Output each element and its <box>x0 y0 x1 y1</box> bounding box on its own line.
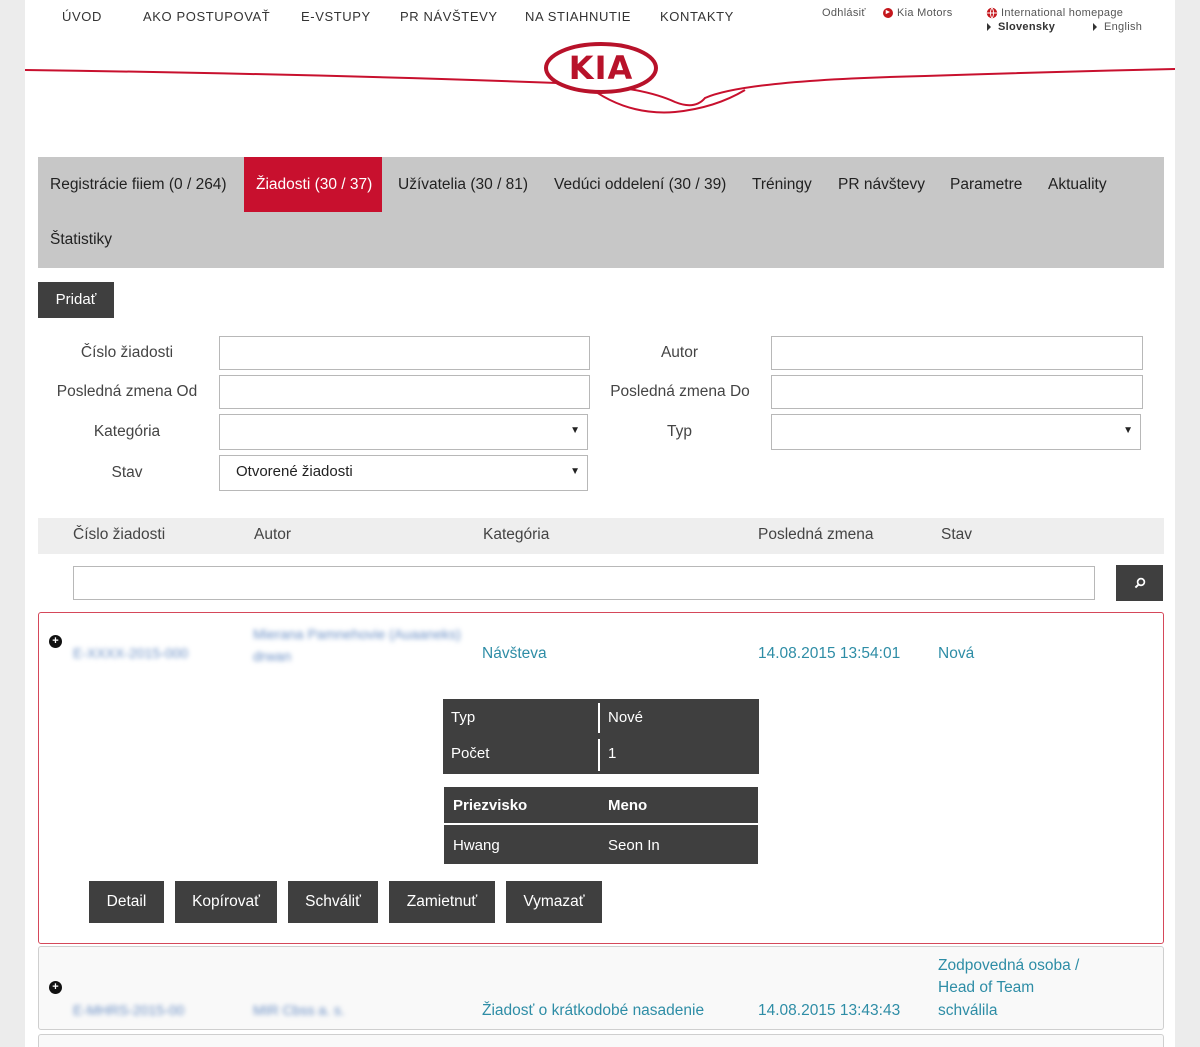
row-status-line: Head of Team <box>938 979 1035 996</box>
copy-button[interactable]: Kopírovať <box>175 881 277 923</box>
filter-changed-to-label: Posledná zmena Do <box>610 383 750 400</box>
lang-english-label: English <box>1104 21 1143 33</box>
row-status-line: schválila <box>938 1002 998 1019</box>
detail-surname-header: Priezvisko <box>453 797 528 814</box>
search-icon <box>1134 577 1145 589</box>
column-header-last-change[interactable]: Posledná zmena <box>758 526 873 544</box>
circle-arrow-icon: ► <box>883 8 893 19</box>
column-header-author[interactable]: Autor <box>254 526 291 544</box>
lang-slovensky-label: Slovensky <box>998 21 1056 33</box>
detail-type-count-table: Typ Nové Počet 1 <box>443 699 759 774</box>
main-tabs: Registrácie fiiem (0 / 264) Žiadosti (30… <box>38 157 1164 268</box>
column-header-request-number[interactable]: Číslo žiadosti <box>73 526 165 544</box>
row-request-number[interactable]: E-XXXX-2015-000 <box>73 645 188 661</box>
logout-link[interactable]: Odhlásiť <box>822 7 866 19</box>
request-number-input[interactable] <box>219 336 590 370</box>
divider <box>598 739 600 771</box>
filter-author-label: Autor <box>660 344 699 361</box>
nav-e-vstupy[interactable]: E-VSTUPY <box>301 9 371 24</box>
row-status-line: Zodpovedná osoba / <box>938 957 1080 974</box>
filter-changed-from-label: Posledná zmena Od <box>56 383 198 400</box>
changed-to-input[interactable] <box>771 375 1143 409</box>
kia-motors-label: Kia Motors <box>897 7 953 19</box>
row-author[interactable]: Mierana Pamnehovie (Auaaneks) drwan <box>253 623 478 667</box>
expand-toggle-icon[interactable]: + <box>49 981 62 994</box>
detail-count-value: 1 <box>608 745 617 762</box>
detail-type-value: Nové <box>608 709 644 726</box>
detail-name: Seon In <box>608 837 660 854</box>
tab-statistiky[interactable]: Štatistiky <box>38 212 124 267</box>
tab-ziadosti[interactable]: Žiadosti (30 / 37) <box>244 157 382 212</box>
kia-motors-link[interactable]: ► Kia Motors <box>883 7 953 19</box>
triangle-right-icon <box>1093 23 1097 32</box>
tab-veduci-oddeleni[interactable]: Vedúci oddelení (30 / 39) <box>542 157 738 212</box>
search-button[interactable] <box>1116 565 1163 601</box>
nav-na-stiahnutie[interactable]: NA STIAHNUTIE <box>525 9 631 24</box>
nav-uvod[interactable]: ÚVOD <box>62 9 102 24</box>
detail-person-table: Priezvisko Meno Hwang Seon In <box>444 787 758 864</box>
changed-from-input[interactable] <box>219 375 590 409</box>
status-select[interactable]: Otvorené žiadosti <box>219 455 588 491</box>
detail-surname: Hwang <box>453 837 500 854</box>
column-header-status[interactable]: Stav <box>941 526 972 544</box>
add-button[interactable]: Pridať <box>38 282 114 318</box>
filter-category-label: Kategória <box>93 423 161 440</box>
approve-button[interactable]: Schváliť <box>288 881 378 923</box>
row-status: Nová <box>938 645 975 662</box>
nav-ako-postupovat[interactable]: AKO POSTUPOVAŤ <box>143 9 270 24</box>
filter-type-label: Typ <box>667 423 692 440</box>
expand-toggle-icon[interactable]: + <box>49 635 62 648</box>
column-header-category[interactable]: Kategória <box>483 526 549 544</box>
author-input[interactable] <box>771 336 1143 370</box>
detail-name-header: Meno <box>608 797 648 814</box>
international-homepage-link[interactable]: International homepage <box>986 7 1123 19</box>
nav-pr-navstevy[interactable]: PR NÁVŠTEVY <box>400 9 498 24</box>
nav-kontakty[interactable]: KONTAKTY <box>660 9 734 24</box>
kia-logo[interactable]: KIA <box>543 41 659 95</box>
detail-type-label: Typ <box>451 709 476 726</box>
table-row[interactable]: + E-MHRS-2015-00 MIR Cbss a. s. Žiadosť … <box>38 946 1164 1030</box>
tab-aktuality[interactable]: Aktuality <box>1036 157 1119 212</box>
row-category: Žiadosť o krátkodobé nasadenie <box>482 1002 705 1019</box>
filter-request-number-label: Číslo žiadosti <box>80 344 174 361</box>
globe-icon <box>986 7 998 19</box>
type-select[interactable] <box>771 414 1141 450</box>
tab-treningy[interactable]: Tréningy <box>740 157 824 212</box>
divider <box>598 703 600 733</box>
lang-slovensky-link[interactable]: Slovensky <box>987 21 1055 33</box>
reject-button[interactable]: Zamietnuť <box>389 881 495 923</box>
page: ÚVOD AKO POSTUPOVAŤ E-VSTUPY PR NÁVŠTEVY… <box>25 0 1175 1047</box>
lang-english-link[interactable]: English <box>1093 21 1142 33</box>
row-last-change: 14.08.2015 13:54:01 <box>758 645 901 662</box>
table-search-input[interactable] <box>73 566 1095 600</box>
divider <box>444 823 758 825</box>
delete-button[interactable]: Vymazať <box>506 881 602 923</box>
filter-status-label: Stav <box>111 464 143 481</box>
row-category: Návšteva <box>482 645 547 662</box>
detail-count-label: Počet <box>451 745 490 762</box>
tab-registracie[interactable]: Registrácie fiiem (0 / 264) <box>38 157 239 212</box>
tab-uzivatelia[interactable]: Užívatelia (30 / 81) <box>386 157 540 212</box>
table-header: Číslo žiadosti Autor Kategória Posledná … <box>38 518 1164 554</box>
triangle-right-icon <box>987 23 991 32</box>
table-row[interactable] <box>38 1034 1164 1047</box>
category-select[interactable] <box>219 414 588 450</box>
row-author[interactable]: MIR Cbss a. s. <box>253 1002 345 1018</box>
detail-button[interactable]: Detail <box>89 881 164 923</box>
tab-parametre[interactable]: Parametre <box>938 157 1034 212</box>
table-row[interactable]: + E-XXXX-2015-000 Mierana Pamnehovie (Au… <box>38 612 1164 944</box>
tab-pr-navstevy[interactable]: PR návštevy <box>826 157 937 212</box>
row-last-change: 14.08.2015 13:43:43 <box>758 1002 901 1019</box>
row-request-number[interactable]: E-MHRS-2015-00 <box>73 1002 184 1018</box>
international-homepage-label: International homepage <box>1001 7 1124 19</box>
kia-logo-text: KIA <box>568 49 634 87</box>
